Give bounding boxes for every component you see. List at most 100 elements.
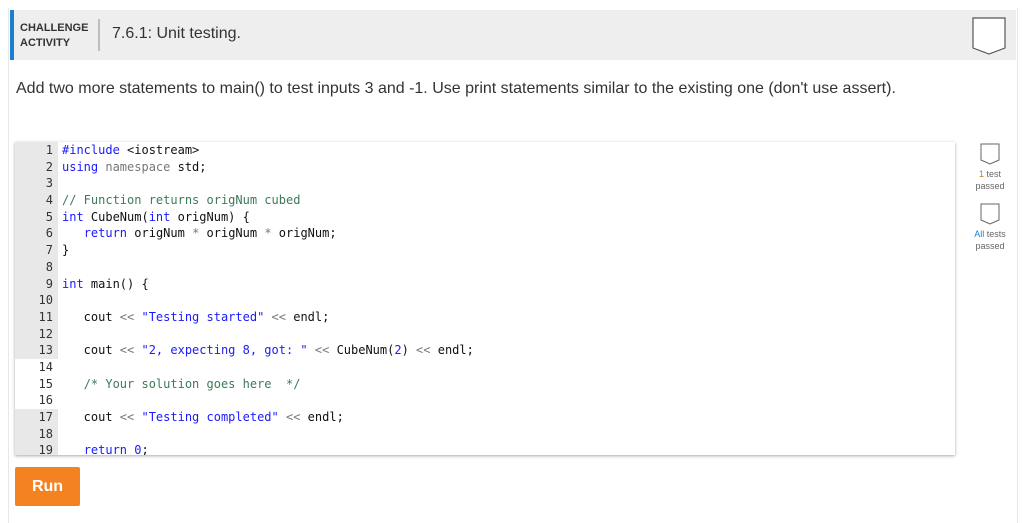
code-line[interactable]: 19 return 0; xyxy=(15,442,955,455)
run-button[interactable]: Run xyxy=(15,467,80,506)
code-token: 2 xyxy=(394,343,402,358)
code-line[interactable]: 15 /* Your solution goes here */ xyxy=(15,375,955,393)
code-token: "Testing started" xyxy=(141,309,272,324)
code-token: endl; xyxy=(437,343,474,358)
code-token: return xyxy=(83,226,135,241)
line-number: 12 xyxy=(15,325,58,343)
code-line[interactable]: 16 xyxy=(15,392,955,409)
code-line[interactable]: 18 xyxy=(15,425,955,443)
code-line[interactable]: 1 #include <iostream> xyxy=(15,142,955,159)
code-token: origNum; xyxy=(278,226,337,241)
code-token: << xyxy=(119,343,142,358)
code-token: << xyxy=(119,410,142,424)
code-line[interactable]: 5 int CubeNum(int origNum) { xyxy=(15,208,955,226)
line-number: 1 xyxy=(15,142,58,159)
code-text[interactable]: cout << "Testing completed" << endl; xyxy=(58,409,344,426)
code-token: 0 xyxy=(134,443,142,455)
code-text[interactable] xyxy=(58,326,62,343)
divider xyxy=(98,19,100,51)
line-number: 4 xyxy=(15,192,58,209)
code-token: using xyxy=(62,159,106,174)
code-token: "2, expecting 8, got: " xyxy=(141,343,315,358)
code-token: cout xyxy=(62,309,120,324)
code-token: <iostream> xyxy=(127,143,200,157)
code-line[interactable]: 7} xyxy=(15,242,955,259)
code-token: main() { xyxy=(90,276,149,291)
test-status-all: All tests passed xyxy=(968,203,1012,252)
activity-title: 7.6.1: Unit testing. xyxy=(112,25,241,42)
code-line[interactable]: 4 // Function returns origNum cubed xyxy=(15,192,955,209)
code-line[interactable]: 8 xyxy=(15,258,955,276)
code-text[interactable]: int CubeNum(int origNum) { xyxy=(58,209,250,226)
test-count: All xyxy=(974,229,985,239)
code-text[interactable]: cout << "Testing started" << endl; xyxy=(58,309,330,326)
line-number: 2 xyxy=(15,158,58,176)
accent-bar xyxy=(10,10,14,60)
code-token: #include xyxy=(62,143,128,157)
test-label: test xyxy=(984,169,1002,179)
code-text[interactable]: /* Your solution goes here */ xyxy=(58,376,301,393)
code-token: } xyxy=(62,243,70,258)
code-line[interactable]: 17 cout << "Testing completed" << endl; xyxy=(15,409,955,426)
code-token: std; xyxy=(177,159,207,174)
line-number: 11 xyxy=(15,308,58,326)
code-token: endl; xyxy=(307,410,344,424)
line-number: 15 xyxy=(15,375,58,393)
code-text[interactable] xyxy=(58,259,62,276)
code-line[interactable]: 3 xyxy=(15,175,955,193)
code-text[interactable] xyxy=(58,175,62,192)
code-token: CubeNum( xyxy=(90,209,149,224)
code-line[interactable]: 9 int main() { xyxy=(15,275,955,293)
line-number: 10 xyxy=(15,292,58,309)
code-token: * xyxy=(264,226,279,241)
code-text[interactable]: int main() { xyxy=(58,276,149,293)
code-token: origNum xyxy=(206,226,265,241)
label-line2: ACTIVITY xyxy=(20,37,71,49)
code-token: namespace xyxy=(105,159,178,174)
code-token: /* Your solution goes here */ xyxy=(83,376,301,391)
code-text[interactable]: cout << "2, expecting 8, got: " << CubeN… xyxy=(58,342,474,359)
line-number: 16 xyxy=(15,392,58,409)
code-token: cout xyxy=(62,343,120,358)
line-number: 17 xyxy=(15,409,58,426)
code-text[interactable]: } xyxy=(58,242,69,259)
code-text[interactable] xyxy=(58,359,62,376)
code-token: cout xyxy=(62,410,120,424)
test-label-2: passed xyxy=(975,241,1005,251)
code-token: endl; xyxy=(293,309,330,324)
code-editor[interactable]: 1 #include <iostream> 2 using namespace std… xyxy=(15,142,955,455)
line-number: 5 xyxy=(15,208,58,226)
test-badge-icon xyxy=(980,143,1000,165)
line-number: 3 xyxy=(15,175,58,193)
code-token: origNum xyxy=(134,226,193,241)
code-line[interactable]: 2 using namespace std; xyxy=(15,158,955,176)
code-token: << xyxy=(314,343,337,358)
code-line[interactable]: 14 xyxy=(15,358,955,376)
code-line[interactable]: 6 return origNum * origNum * origNum; xyxy=(15,225,955,243)
code-token: "Testing completed" xyxy=(141,410,286,424)
code-token: // Function returns origNum cubed xyxy=(62,193,301,208)
code-line[interactable]: 13 cout << "2, expecting 8, got: " << Cu… xyxy=(15,342,955,359)
code-token: * xyxy=(192,226,207,241)
code-line[interactable]: 12 xyxy=(15,325,955,343)
activity-header: CHALLENGE ACTIVITY 7.6.1: Unit testing. xyxy=(10,10,1016,60)
code-text[interactable]: #include <iostream> xyxy=(58,142,199,159)
code-text[interactable]: // Function returns origNum cubed xyxy=(58,192,300,209)
label-line1: CHALLENGE xyxy=(20,22,89,34)
code-text[interactable]: using namespace std; xyxy=(58,159,207,176)
code-text[interactable]: return 0; xyxy=(58,442,149,455)
code-text[interactable] xyxy=(58,392,62,409)
code-token: << xyxy=(416,343,438,358)
activity-type-label: CHALLENGE ACTIVITY xyxy=(20,21,88,51)
code-token: CubeNum( xyxy=(336,343,395,358)
code-text[interactable] xyxy=(58,292,62,309)
code-line[interactable]: 10 xyxy=(15,292,955,309)
test-badge-icon xyxy=(980,203,1000,225)
code-token: << xyxy=(271,309,294,324)
code-text[interactable] xyxy=(58,426,62,443)
code-line[interactable]: 11 cout << "Testing started" << endl; xyxy=(15,308,955,326)
code-text[interactable]: return origNum * origNum * origNum; xyxy=(58,225,337,242)
